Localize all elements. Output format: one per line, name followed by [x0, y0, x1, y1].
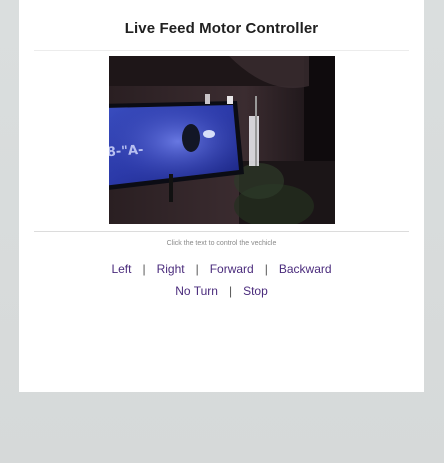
right-link[interactable]: Right [157, 262, 185, 276]
instruction-text: Click the text to control the vechicle [166, 240, 277, 247]
separator: | [142, 262, 146, 276]
feed-divider [34, 231, 409, 232]
stop-controls-row: No Turn | Stop [19, 284, 424, 298]
live-feed-frame: 8-"A- [109, 56, 335, 224]
separator: | [228, 284, 233, 298]
no-turn-link[interactable]: No Turn [175, 284, 218, 298]
controller-card: Live Feed Motor Controller 8-"A- Click t… [19, 0, 424, 392]
page-title: Live Feed Motor Controller [124, 20, 319, 37]
forward-link[interactable]: Forward [210, 262, 254, 276]
separator: | [195, 262, 199, 276]
live-feed-video: 8-"A- [109, 56, 335, 224]
backward-link[interactable]: Backward [279, 262, 332, 276]
svg-text:8-"A-: 8-"A- [109, 143, 144, 161]
title-divider [34, 50, 409, 51]
left-link[interactable]: Left [111, 262, 131, 276]
stop-link[interactable]: Stop [243, 284, 268, 298]
separator: | [264, 262, 268, 276]
direction-controls-row: Left | Right | Forward | Backward [19, 262, 424, 276]
